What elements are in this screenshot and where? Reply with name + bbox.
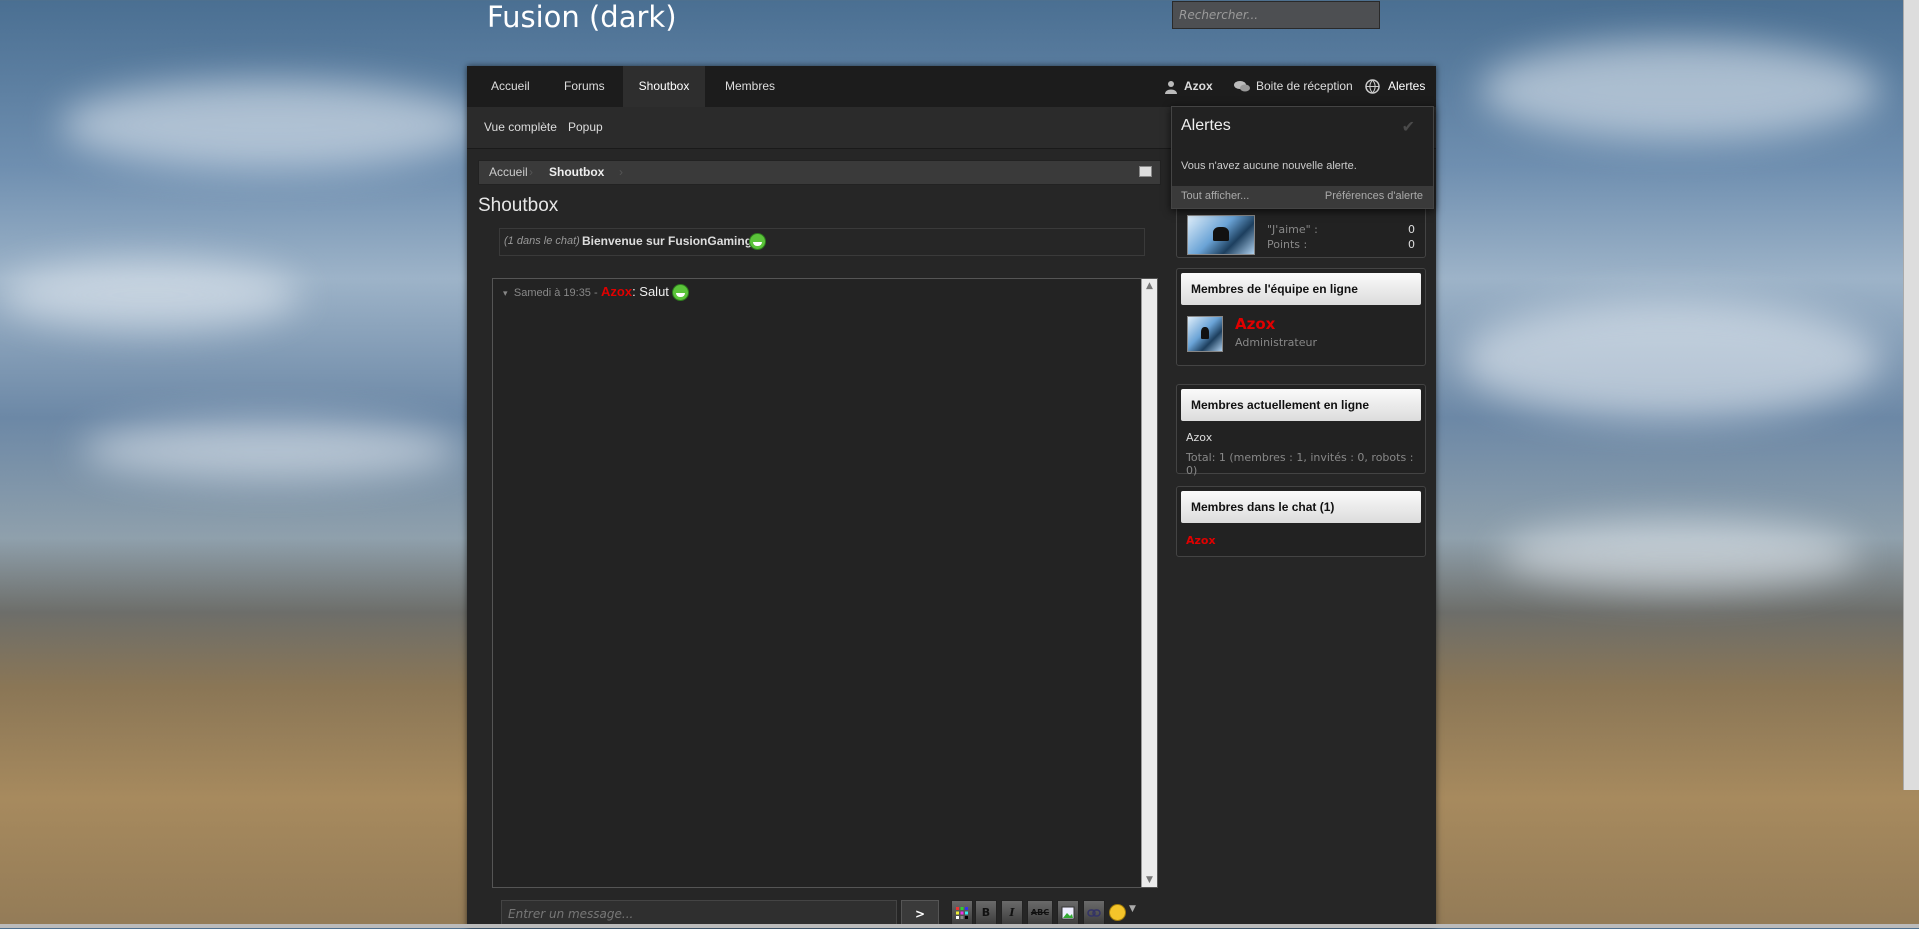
subnav-popup[interactable]: Popup	[568, 107, 603, 148]
background-cloud	[0, 260, 300, 330]
chat-member[interactable]: Azox	[1186, 534, 1216, 547]
link-icon[interactable]	[1083, 900, 1105, 926]
chat-window[interactable]: ▾ Samedi à 19:35 - Azox: Salut ▲ ▼	[492, 278, 1158, 888]
staff-online-box: Membres de l'équipe en ligne Azox Admini…	[1176, 268, 1426, 366]
members-online-heading: Membres actuellement en ligne	[1181, 389, 1421, 421]
grin-smiley-icon	[749, 233, 766, 250]
breadcrumb: Accueil › Shoutbox ›	[478, 160, 1161, 185]
stat-likes-value: 0	[1408, 223, 1415, 236]
tab-accueil[interactable]: Accueil	[491, 66, 530, 107]
strike-button[interactable]: ABC	[1027, 900, 1053, 926]
chat-members-heading: Membres dans le chat (1)	[1181, 491, 1421, 523]
background-cloud	[60, 80, 480, 170]
stat-likes-label: "J'aime" :	[1267, 223, 1318, 236]
welcome-text: Bienvenue sur FusionGaming	[582, 234, 753, 248]
taskbar-strip	[0, 924, 1919, 928]
breadcrumb-current[interactable]: Shoutbox	[549, 161, 604, 184]
tab-membres[interactable]: Membres	[725, 66, 775, 107]
background-cloud	[1480, 40, 1880, 140]
inbox-icon	[1234, 66, 1250, 107]
search-input[interactable]: Rechercher...	[1172, 1, 1380, 29]
profile-avatar[interactable]	[1187, 215, 1255, 255]
breadcrumb-home[interactable]: Accueil	[489, 161, 528, 184]
main-nav: Accueil Forums Shoutbox Membres Azox Boi…	[467, 66, 1436, 108]
page-title: Shoutbox	[478, 195, 559, 216]
staff-role: Administrateur	[1235, 336, 1317, 349]
image-icon[interactable]	[1057, 900, 1079, 926]
message-expand-icon[interactable]: ▾	[503, 288, 508, 298]
background-cloud	[1500, 520, 1860, 590]
chat-message: ▾ Samedi à 19:35 - Azox: Salut	[503, 284, 690, 302]
chat-welcome: (1 dans le chat) Bienvenue sur FusionGam…	[499, 228, 1145, 256]
message-text: : Salut	[632, 284, 669, 299]
window-scrollbar[interactable]	[1903, 0, 1919, 790]
scroll-up-icon[interactable]: ▲	[1142, 281, 1157, 291]
tab-forums[interactable]: Forums	[564, 66, 605, 107]
grin-smiley-icon	[672, 284, 690, 302]
bold-button[interactable]: B	[975, 900, 997, 926]
alerts-link[interactable]: Alertes	[1388, 66, 1425, 107]
chat-members-box: Membres dans le chat (1) Azox	[1176, 486, 1426, 557]
checkmark-icon[interactable]: ✔	[1402, 117, 1415, 137]
message-time: Samedi à 19:35 -	[513, 287, 598, 299]
subnav-full-view[interactable]: Vue complète	[484, 107, 557, 148]
background-cloud	[80, 420, 460, 480]
user-link[interactable]: Azox	[1184, 66, 1213, 107]
alerts-popup-footer: Tout afficher... Préférences d'alerte	[1172, 186, 1433, 208]
chevron-down-icon[interactable]: ▼	[1129, 904, 1136, 914]
breadcrumb-separator-icon: ›	[619, 165, 623, 179]
user-icon	[1164, 66, 1178, 107]
message-author[interactable]: Azox	[601, 284, 632, 299]
alerts-popup-title: Alertes	[1181, 117, 1231, 134]
italic-button[interactable]: I	[1001, 900, 1023, 926]
chat-scrollbar[interactable]: ▲ ▼	[1141, 279, 1157, 887]
background-cloud	[1460, 300, 1880, 420]
alerts-empty-text: Vous n'avez aucune nouvelle alerte.	[1181, 160, 1357, 172]
members-online-box: Membres actuellement en ligne Azox Total…	[1176, 384, 1426, 477]
staff-avatar[interactable]	[1187, 316, 1223, 352]
globe-icon	[1365, 66, 1380, 107]
breadcrumb-separator-icon: ›	[529, 165, 533, 179]
stat-points-label: Points :	[1267, 238, 1308, 251]
stat-points-value: 0	[1408, 238, 1415, 251]
calendar-icon[interactable]	[1139, 166, 1152, 177]
alert-preferences-link[interactable]: Préférences d'alerte	[1325, 190, 1423, 202]
online-total: Total: 1 (membres : 1, invités : 0, robo…	[1186, 451, 1414, 477]
emoji-picker-icon[interactable]	[1109, 904, 1126, 921]
show-all-alerts-link[interactable]: Tout afficher...	[1181, 190, 1249, 202]
scroll-down-icon[interactable]: ▼	[1142, 875, 1157, 885]
tab-shoutbox[interactable]: Shoutbox	[623, 66, 705, 107]
staff-online-heading: Membres de l'équipe en ligne	[1181, 273, 1421, 305]
chat-count: (1 dans le chat)	[504, 235, 580, 247]
inbox-link[interactable]: Boite de réception	[1256, 66, 1353, 107]
color-palette-icon[interactable]	[951, 900, 973, 926]
staff-name[interactable]: Azox	[1235, 315, 1275, 333]
site-title[interactable]: Fusion (dark)	[487, 0, 677, 34]
alerts-popup: Alertes ✔ Vous n'avez aucune nouvelle al…	[1171, 106, 1434, 209]
online-member[interactable]: Azox	[1186, 431, 1212, 444]
